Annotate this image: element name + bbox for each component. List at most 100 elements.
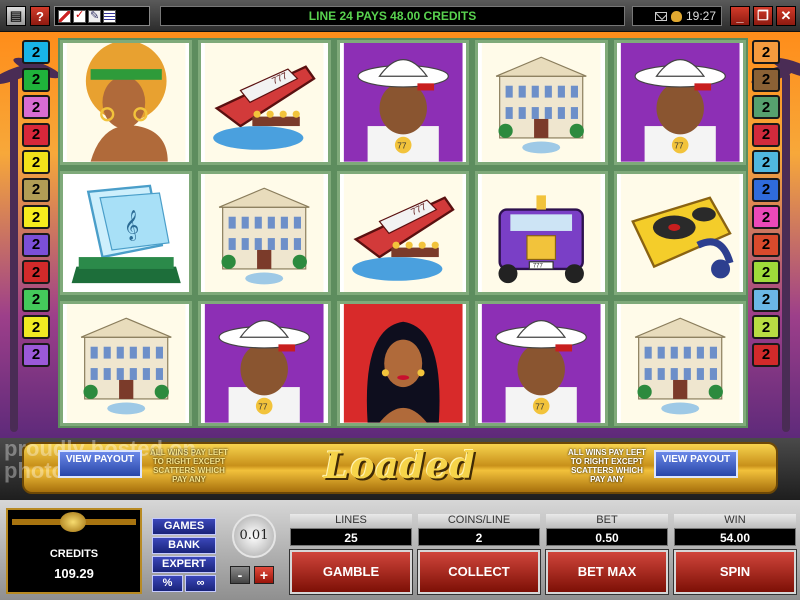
- symbol-music-award: 𝄞: [60, 170, 193, 296]
- symbol-dj-turntable: [613, 170, 747, 296]
- payline-right-10[interactable]: 2: [752, 287, 780, 312]
- palm-tree-right: [782, 72, 790, 432]
- credits-label: CREDITS: [49, 548, 99, 560]
- coin-selector: 0.01 - +: [226, 514, 282, 584]
- payline-right-1[interactable]: 2: [752, 40, 780, 64]
- settings-icon[interactable]: [88, 9, 101, 23]
- win-value: 54.00: [674, 528, 796, 546]
- game-stage: 2 2 2 2 2 2 2 2 2 2 2 2 2 2 2 2 2 2 2 2 2 2 2 2 𝄞 777 77 77 77…: [0, 32, 800, 438]
- payline-left-8[interactable]: 2: [22, 232, 50, 257]
- expert-button[interactable]: EXPERT: [152, 556, 216, 573]
- gamble-button[interactable]: GAMBLE: [290, 550, 412, 594]
- payout-percent-button[interactable]: %: [152, 575, 183, 592]
- symbol-woman-afro: [60, 40, 193, 165]
- payline-left-5[interactable]: 2: [22, 150, 50, 174]
- payline-left-6[interactable]: 2: [22, 177, 50, 202]
- reel-5: 77: [613, 40, 747, 427]
- reel-4: 777 77: [475, 40, 608, 427]
- payline-right-6[interactable]: 2: [752, 177, 780, 202]
- svg-text:77: 77: [535, 402, 545, 412]
- payline-right-11[interactable]: 2: [752, 315, 780, 339]
- top-bar: ▤ ? LINE 24 PAYS 48.00 CREDITS 19:27 _ ❐…: [0, 0, 800, 32]
- coins-box: COINS/LINE 2: [418, 514, 540, 546]
- win-label: WIN: [674, 514, 796, 528]
- bank-button[interactable]: BANK: [152, 537, 216, 554]
- reel-1: 𝄞: [60, 40, 193, 427]
- check-icon[interactable]: [73, 8, 86, 23]
- coin-decrease-button[interactable]: -: [230, 566, 250, 584]
- palm-tree-left: [10, 72, 18, 432]
- status-tray: 19:27: [632, 6, 722, 26]
- stats-icon[interactable]: [58, 9, 71, 23]
- mail-icon[interactable]: [654, 11, 667, 21]
- payline-right-12[interactable]: 2: [752, 342, 780, 367]
- payline-left-3[interactable]: 2: [22, 95, 50, 119]
- lines-box: LINES 25: [290, 514, 412, 546]
- minimize-button[interactable]: _: [730, 6, 750, 26]
- coin-medal-icon: [60, 512, 86, 532]
- clock: 19:27: [685, 9, 716, 23]
- paylines-left: 2 2 2 2 2 2 2 2 2 2 2 2: [22, 40, 50, 367]
- payline-left-12[interactable]: 2: [22, 342, 50, 367]
- payline-left-7[interactable]: 2: [22, 205, 50, 229]
- symbol-rapper-white-hat: 77: [613, 40, 747, 165]
- logo-banner: proudly hosted on photobucket VIEW PAYOU…: [0, 438, 800, 500]
- payline-right-5[interactable]: 2: [752, 150, 780, 174]
- symbol-mansion: [198, 170, 331, 296]
- symbol-yacht: 777: [336, 170, 470, 296]
- payline-right-3[interactable]: 2: [752, 95, 780, 119]
- history-icon[interactable]: [103, 9, 116, 23]
- payline-right-4[interactable]: 2: [752, 122, 780, 147]
- control-panel: CREDITS 109.29 GAMES BANK EXPERT % ∞ 0.0…: [0, 500, 800, 600]
- close-button[interactable]: ✕: [776, 6, 796, 26]
- reels: 𝄞 777 77 77 777 777 77 77: [58, 38, 748, 428]
- payline-left-1[interactable]: 2: [22, 40, 50, 64]
- lines-value: 25: [290, 528, 412, 546]
- spin-button[interactable]: SPIN: [674, 550, 796, 594]
- coin-value-chip[interactable]: 0.01: [232, 514, 276, 558]
- bet-label: BET: [546, 514, 668, 528]
- svg-text:777: 777: [533, 263, 543, 269]
- coins-value: 2: [418, 528, 540, 546]
- coin-increase-button[interactable]: +: [254, 566, 274, 584]
- message-bar: LINE 24 PAYS 48.00 CREDITS: [160, 6, 625, 26]
- restore-button[interactable]: ❐: [753, 6, 773, 26]
- symbol-mansion: [475, 40, 608, 165]
- svg-text:77: 77: [259, 402, 269, 412]
- lines-label: LINES: [290, 514, 412, 528]
- symbol-mansion: [60, 301, 193, 427]
- payline-left-10[interactable]: 2: [22, 287, 50, 312]
- symbol-rapper-white-hat: 77: [198, 301, 331, 427]
- symbol-yacht: 777: [198, 40, 331, 165]
- payline-left-9[interactable]: 2: [22, 260, 50, 284]
- collect-button[interactable]: COLLECT: [418, 550, 540, 594]
- bet-max-button[interactable]: BET MAX: [546, 550, 668, 594]
- payline-right-7[interactable]: 2: [752, 205, 780, 229]
- payline-left-4[interactable]: 2: [22, 122, 50, 147]
- reel-2: 777 77: [198, 40, 331, 427]
- payline-left-2[interactable]: 2: [22, 67, 50, 92]
- svg-text:77: 77: [674, 141, 684, 151]
- symbol-rapper-white-hat: 77: [475, 301, 608, 427]
- symbol-diva: [336, 301, 470, 427]
- credits-display: CREDITS 109.29: [6, 508, 142, 594]
- payline-left-11[interactable]: 2: [22, 315, 50, 339]
- help-button[interactable]: ?: [30, 6, 50, 26]
- tools-tray: [54, 6, 150, 26]
- payline-right-8[interactable]: 2: [752, 232, 780, 257]
- bet-box: BET 0.50: [546, 514, 668, 546]
- win-box: WIN 54.00: [674, 514, 796, 546]
- autoplay-button[interactable]: ∞: [185, 575, 216, 592]
- svg-text:𝄞: 𝄞: [124, 209, 139, 241]
- view-payout-button-left[interactable]: VIEW PAYOUT: [58, 450, 142, 478]
- games-button[interactable]: GAMES: [152, 518, 216, 535]
- payline-right-2[interactable]: 2: [752, 67, 780, 92]
- view-payout-button[interactable]: VIEW PAYOUT: [654, 450, 738, 478]
- payline-right-9[interactable]: 2: [752, 260, 780, 284]
- menu-icon[interactable]: ▤: [6, 6, 26, 26]
- cashier-icon[interactable]: [670, 10, 682, 22]
- payinfo-left: ALL WINS PAY LEFT TO RIGHT EXCEPT SCATTE…: [150, 448, 228, 484]
- symbol-rapper-white-hat: 77: [336, 40, 470, 165]
- svg-text:77: 77: [397, 141, 407, 151]
- payinfo-right: ALL WINS PAY LEFT TO RIGHT EXCEPT SCATTE…: [568, 448, 646, 484]
